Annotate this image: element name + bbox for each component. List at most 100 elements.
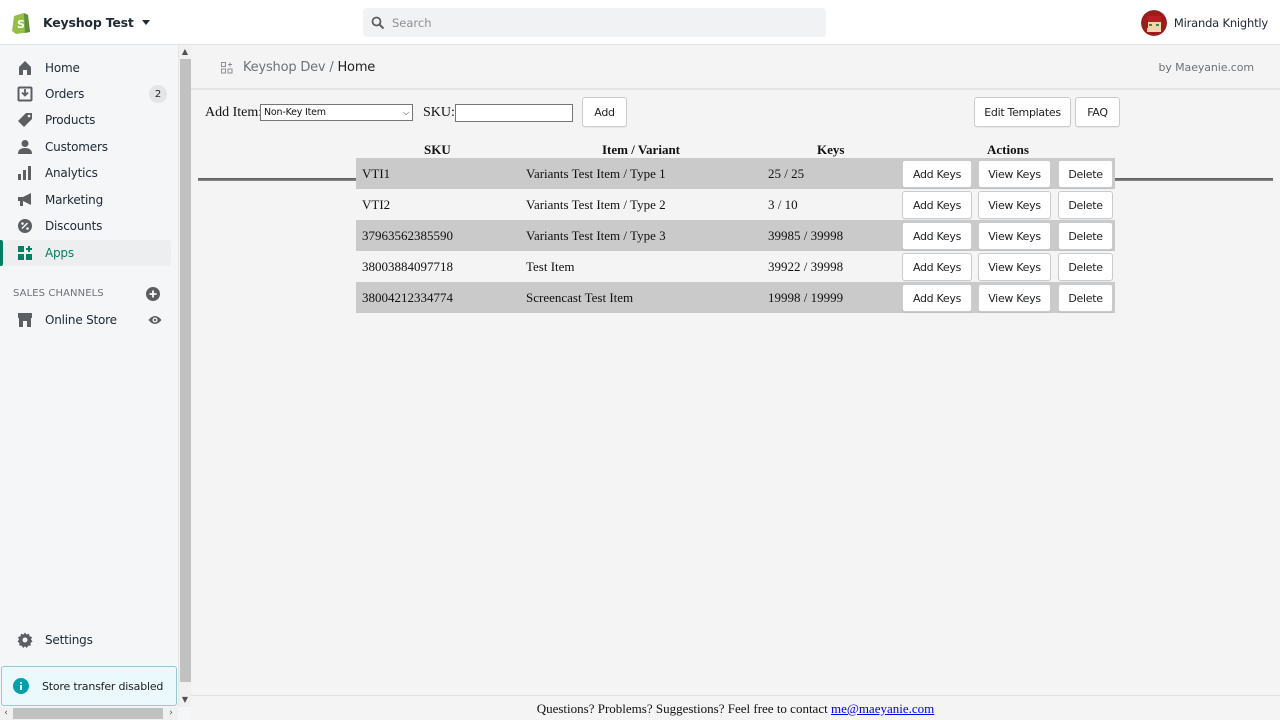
column-header-keys: Keys: [817, 142, 845, 157]
view-keys-button[interactable]: View Keys: [978, 191, 1051, 219]
eye-icon[interactable]: [148, 313, 162, 327]
sidebar-item-marketing[interactable]: Marketing: [4, 187, 171, 213]
faq-button[interactable]: FAQ: [1075, 97, 1120, 127]
add-keys-button[interactable]: Add Keys: [902, 191, 972, 219]
add-keys-button[interactable]: Add Keys: [902, 222, 972, 250]
view-keys-button[interactable]: View Keys: [978, 222, 1051, 250]
item-type-select[interactable]: Non-Key Item ⌵: [260, 104, 413, 121]
add-keys-button[interactable]: Add Keys: [902, 160, 972, 188]
scroll-down-icon[interactable]: ▼: [179, 694, 191, 706]
apps-outline-icon: [221, 62, 233, 74]
view-keys-button[interactable]: View Keys: [978, 253, 1051, 281]
caret-down-icon: [141, 19, 150, 25]
scroll-left-icon[interactable]: ‹: [0, 707, 12, 720]
search-bar[interactable]: [363, 8, 826, 37]
table-row: 37963562385590 Variants Test Item / Type…: [356, 220, 1115, 251]
keys-cell: 25 / 25: [768, 166, 805, 181]
scroll-right-icon[interactable]: ›: [165, 707, 177, 720]
view-keys-button[interactable]: View Keys: [978, 160, 1051, 188]
sidebar-item-label: Marketing: [45, 193, 104, 207]
sidebar-vertical-scrollbar[interactable]: ▲ ▼: [178, 45, 191, 707]
add-button[interactable]: Add: [582, 97, 627, 127]
sku-input[interactable]: [455, 104, 573, 122]
app-frame: Keyshop Dev / Home by Maeyanie.com Add I…: [191, 45, 1280, 720]
keys-cell: 3 / 10: [768, 197, 798, 212]
search-icon: [371, 16, 385, 29]
sku-label: SKU:: [423, 105, 455, 120]
keys-cell: 19998 / 19999: [768, 290, 844, 305]
sku-cell: 37963562385590: [362, 228, 453, 243]
footer: Questions? Problems? Suggestions? Feel f…: [191, 695, 1280, 720]
table-row: VTI2 Variants Test Item / Type 2 3 / 10 …: [356, 189, 1115, 220]
view-keys-button[interactable]: View Keys: [978, 284, 1051, 312]
sales-channels-heading: SALES CHANNELS: [13, 288, 104, 299]
sidebar-item-settings[interactable]: Settings: [4, 627, 171, 653]
item-cell: Test Item: [526, 259, 575, 274]
delete-button[interactable]: Delete: [1058, 222, 1113, 250]
add-keys-button[interactable]: Add Keys: [902, 253, 972, 281]
item-type-selected: Non-Key Item: [264, 107, 326, 118]
delete-button[interactable]: Delete: [1058, 253, 1113, 281]
orders-count-badge: 2: [149, 85, 167, 103]
sidebar-item-label: Apps: [45, 246, 74, 260]
sidebar-item-label: Discounts: [45, 219, 103, 233]
sidebar-item-analytics[interactable]: Analytics: [4, 160, 171, 186]
contact-email-link[interactable]: me@maeyanie.com: [831, 701, 934, 716]
item-cell: Variants Test Item / Type 3: [526, 228, 666, 243]
footer-text: Questions? Problems? Suggestions? Feel f…: [536, 701, 831, 716]
sku-cell: 38003884097718: [362, 259, 453, 274]
sidebar-item-online-store[interactable]: Online Store: [4, 307, 171, 333]
sidebar-item-label: Customers: [45, 140, 108, 154]
add-item-label: Add Item:: [205, 105, 263, 120]
info-icon: [13, 678, 29, 694]
sidebar-item-home[interactable]: Home: [4, 55, 171, 81]
add-keys-button[interactable]: Add Keys: [902, 284, 972, 312]
sku-cell: VTI1: [362, 166, 391, 181]
developer-byline: by Maeyanie.com: [1158, 61, 1254, 74]
table-row: 38003884097718 Test Item 39922 / 39998 A…: [356, 251, 1115, 282]
sku-cell: VTI2: [362, 197, 391, 212]
avatar: [1140, 9, 1167, 36]
search-input[interactable]: [392, 15, 812, 30]
gear-icon: [17, 632, 33, 648]
scrollbar-thumb[interactable]: [13, 708, 163, 719]
orders-icon: [17, 86, 33, 102]
edit-templates-button[interactable]: Edit Templates: [974, 97, 1071, 127]
sidebar-horizontal-scrollbar[interactable]: ‹ ›: [0, 707, 178, 720]
user-menu[interactable]: Miranda Knightly: [1140, 9, 1268, 36]
store-transfer-text: Store transfer disabled: [42, 679, 164, 693]
delete-button[interactable]: Delete: [1058, 284, 1113, 312]
svg-text:S: S: [17, 18, 25, 31]
table-row: 38004212334774 Screencast Test Item 1999…: [356, 282, 1115, 313]
table-row: VTI1 Variants Test Item / Type 1 25 / 25…: [356, 158, 1115, 189]
home-icon: [19, 61, 31, 75]
megaphone-icon: [18, 193, 31, 206]
discount-icon: [18, 219, 32, 233]
column-header-actions: Actions: [987, 142, 1029, 157]
store-transfer-banner: Store transfer disabled: [1, 666, 177, 706]
sidebar-item-label: Home: [45, 61, 80, 75]
delete-button[interactable]: Delete: [1058, 191, 1113, 219]
sidebar-item-products[interactable]: Products: [4, 107, 171, 133]
breadcrumb: Keyshop Dev / Home: [243, 60, 375, 75]
sidebar-item-label: Settings: [45, 633, 93, 647]
shopify-logo-icon: S: [12, 13, 30, 34]
scrollbar-thumb[interactable]: [180, 59, 191, 682]
keys-cell: 39985 / 39998: [768, 228, 844, 243]
column-header-item: Item / Variant: [602, 142, 680, 157]
delete-button[interactable]: Delete: [1058, 160, 1113, 188]
sidebar-item-discounts[interactable]: Discounts: [4, 213, 171, 239]
breadcrumb-parent[interactable]: Keyshop Dev: [243, 60, 326, 75]
sidebar-item-label: Orders: [45, 87, 85, 101]
top-bar: S Keyshop Test Miranda Knightly: [0, 0, 1280, 45]
item-cell: Variants Test Item / Type 2: [526, 197, 666, 212]
store-switcher[interactable]: S Keyshop Test: [11, 9, 150, 35]
item-cell: Variants Test Item / Type 1: [526, 166, 666, 181]
sidebar-item-customers[interactable]: Customers: [4, 134, 171, 160]
toolbar: Add Item: Non-Key Item ⌵ SKU: Add Edit T…: [191, 90, 1280, 181]
sidebar-item-apps[interactable]: Apps: [4, 240, 171, 266]
item-cell: Screencast Test Item: [526, 290, 634, 305]
sidebar-item-orders[interactable]: Orders 2: [4, 81, 171, 107]
scroll-up-icon[interactable]: ▲: [179, 46, 191, 58]
add-sales-channel-icon[interactable]: [146, 287, 160, 301]
